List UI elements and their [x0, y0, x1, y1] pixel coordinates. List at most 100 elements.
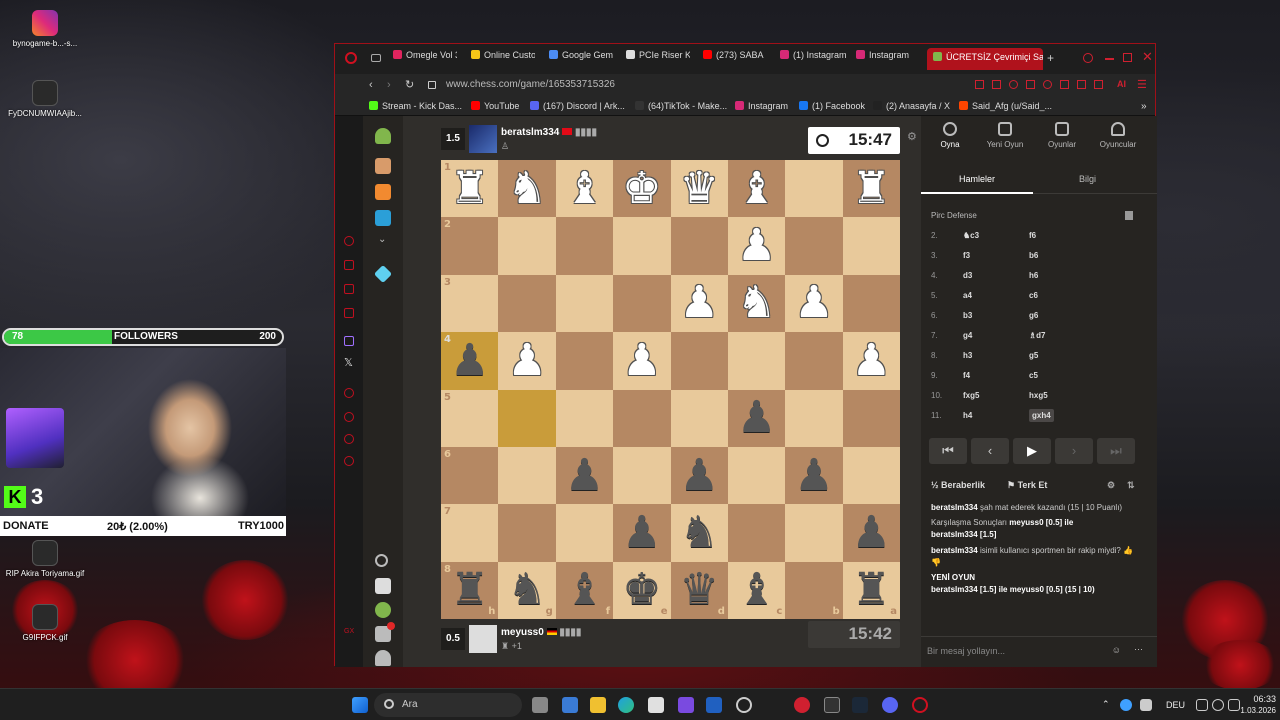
- board-square[interactable]: ♜: [842, 160, 900, 218]
- play-pawn-icon[interactable]: [375, 128, 391, 144]
- black-pawn-icon[interactable]: ♟: [565, 453, 604, 498]
- board-square[interactable]: ♞: [498, 160, 556, 218]
- white-king-icon[interactable]: ♚: [622, 166, 661, 211]
- sidebar-icon[interactable]: [344, 260, 354, 270]
- play-button[interactable]: ▶: [1013, 438, 1051, 464]
- board-square[interactable]: ♟: [555, 446, 614, 505]
- white-pawn-icon[interactable]: ♟: [852, 338, 891, 383]
- clock-time[interactable]: 06:33: [1246, 694, 1276, 704]
- tab-moves[interactable]: Hamleler: [959, 174, 995, 184]
- maximize-icon[interactable]: [1123, 53, 1132, 62]
- bookmark-item[interactable]: (64)TikTok - Make...: [635, 101, 727, 111]
- board-square[interactable]: [498, 389, 556, 447]
- board-square[interactable]: [613, 217, 671, 275]
- bookmark-item[interactable]: (1) Facebook: [799, 101, 865, 111]
- more-options-icon[interactable]: ⋯: [1134, 644, 1143, 655]
- white-move[interactable]: h4: [963, 411, 972, 420]
- board-square[interactable]: a ♜: [842, 561, 900, 619]
- board-square[interactable]: g ♞: [498, 561, 556, 619]
- app-icon[interactable]: [736, 697, 752, 713]
- board-square[interactable]: 4 ♟: [441, 332, 499, 390]
- white-move[interactable]: f4: [963, 371, 970, 380]
- steam-icon[interactable]: [852, 697, 868, 713]
- white-move[interactable]: ♞c3: [963, 231, 979, 240]
- white-bishop-icon[interactable]: ♝: [565, 166, 604, 211]
- board-square[interactable]: ♟: [670, 446, 728, 505]
- board-square[interactable]: [613, 274, 671, 333]
- board-square[interactable]: d ♛: [670, 561, 728, 619]
- gx-icon[interactable]: GX: [344, 628, 354, 635]
- player-name[interactable]: meyuss0: [501, 627, 544, 638]
- twitch-icon[interactable]: [344, 336, 354, 346]
- browser-tab[interactable]: PCIe Riser K: [626, 50, 690, 68]
- desktop-icon[interactable]: bynogame-b...-s...: [0, 10, 90, 48]
- profile-avatar-icon[interactable]: [375, 578, 391, 594]
- move-list-scrollbar[interactable]: [1132, 232, 1135, 422]
- widgets-icon[interactable]: [562, 697, 578, 713]
- desktop-icon[interactable]: FyDCNUMWIAAjib...: [0, 80, 90, 118]
- sidebar-icon[interactable]: [344, 236, 354, 246]
- settings-icon[interactable]: [344, 456, 354, 466]
- board-square[interactable]: 1 ♜: [441, 160, 499, 218]
- board-square[interactable]: 7: [441, 504, 499, 562]
- epic-games-icon[interactable]: [824, 697, 840, 713]
- board-square[interactable]: [555, 217, 614, 275]
- extension-icon[interactable]: [975, 80, 984, 89]
- board-square[interactable]: 5: [441, 389, 499, 447]
- black-rook-icon[interactable]: ♜: [852, 568, 891, 612]
- file-explorer-icon[interactable]: [590, 697, 606, 713]
- edge-icon[interactable]: [618, 697, 634, 713]
- back-icon[interactable]: ‹: [369, 79, 373, 91]
- board-square[interactable]: ♟: [613, 332, 671, 390]
- book-icon[interactable]: [1125, 211, 1133, 220]
- puzzles-icon[interactable]: [375, 158, 391, 174]
- chess-board[interactable]: 1 ♜ ♞ ♝ ♚ ♛ ♝ ♜ 2 ♟ 3 ♟ ♞ ♟ 4 ♟ ♟ ♟ ♟ 5 ♟ 6 ♟ ♟ ♟ 7 ♟ ♞ ♟ 8 h ♜ g ♞ f ♝ e ♚ d ♛…: [441, 160, 900, 619]
- new-tab-icon[interactable]: +: [1047, 51, 1054, 65]
- next-move-button[interactable]: ›: [1055, 438, 1093, 464]
- player-icon[interactable]: [1026, 80, 1035, 89]
- desktop-icon[interactable]: RIP Akira Toriyama.gif: [0, 540, 90, 578]
- bookmark-item[interactable]: (167) Discord | Ark...: [530, 101, 625, 111]
- bookmark-item[interactable]: Said_Afg (u/Said_...: [959, 101, 1052, 111]
- minimize-icon[interactable]: [1105, 58, 1114, 60]
- volume-icon[interactable]: [1212, 699, 1224, 711]
- board-square[interactable]: [842, 274, 900, 333]
- analysis-icon[interactable]: ⚙: [1107, 480, 1115, 491]
- avatar[interactable]: [469, 125, 497, 153]
- tray-icon[interactable]: [1140, 699, 1152, 711]
- board-square[interactable]: b: [785, 561, 843, 619]
- friends-icon[interactable]: [375, 602, 391, 618]
- sidebar-icon[interactable]: [344, 388, 354, 398]
- previous-move-button[interactable]: ‹: [971, 438, 1009, 464]
- board-square[interactable]: [842, 389, 900, 447]
- tab-play[interactable]: Oyna: [921, 122, 979, 149]
- board-square[interactable]: ♟: [613, 504, 671, 562]
- board-square[interactable]: [785, 389, 843, 447]
- bell-icon[interactable]: [375, 650, 391, 666]
- resign-button[interactable]: ⚑ Terk Et: [1007, 480, 1047, 491]
- task-view-icon[interactable]: [532, 697, 548, 713]
- board-square[interactable]: [785, 160, 843, 218]
- black-pawn-icon[interactable]: ♟: [450, 338, 489, 383]
- player-name[interactable]: beratslm334: [501, 127, 559, 138]
- black-move[interactable]: c6: [1029, 291, 1038, 300]
- board-square[interactable]: ♟: [785, 274, 843, 333]
- board-square[interactable]: [498, 217, 556, 275]
- board-square[interactable]: ♟: [727, 217, 786, 275]
- board-square[interactable]: ♝: [555, 160, 614, 218]
- black-move[interactable]: b6: [1029, 251, 1038, 260]
- sidebar-icon[interactable]: [344, 434, 354, 444]
- board-square[interactable]: [498, 274, 556, 333]
- chat-input[interactable]: Bir mesaj yollayın... ☺ ⋯: [921, 636, 1157, 667]
- black-bishop-icon[interactable]: ♝: [737, 568, 776, 612]
- white-bishop-icon[interactable]: ♝: [737, 166, 776, 211]
- opera-gx-icon[interactable]: [912, 697, 928, 713]
- vpn-icon[interactable]: [1009, 80, 1018, 89]
- board-square[interactable]: [498, 504, 556, 562]
- lessons-icon[interactable]: [375, 210, 391, 226]
- black-move[interactable]: hxg5: [1029, 391, 1048, 400]
- black-move[interactable]: h6: [1029, 271, 1038, 280]
- board-square[interactable]: e ♚: [613, 561, 671, 619]
- app-icon[interactable]: [706, 697, 722, 713]
- board-square[interactable]: [613, 446, 671, 505]
